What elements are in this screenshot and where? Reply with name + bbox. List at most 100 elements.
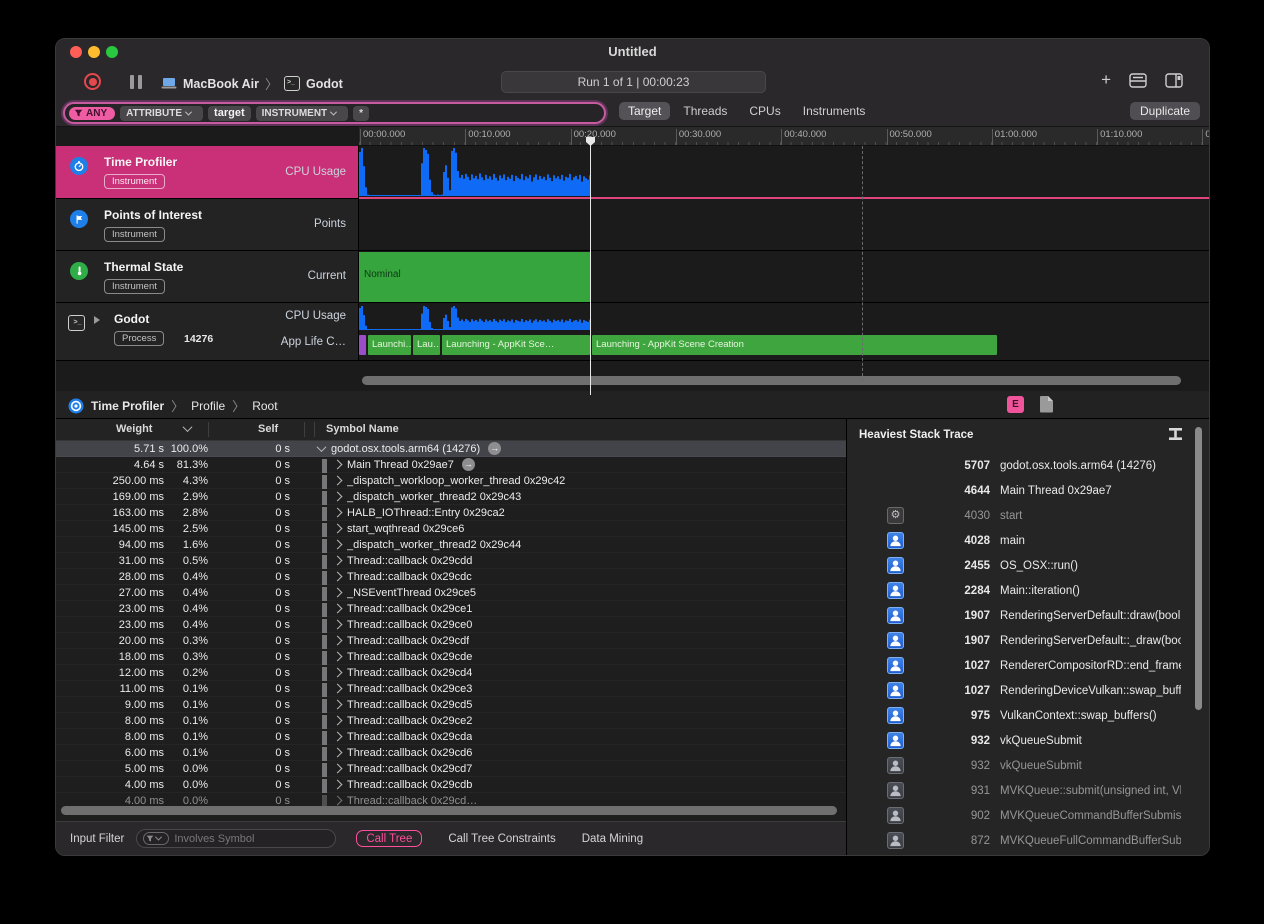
disclosure-triangle-icon[interactable] [94,316,100,324]
detail-breadcrumb[interactable]: Time Profiler〉Profile〉Root [68,396,278,415]
symbol-cell[interactable]: _dispatch_worker_thread2 0x29c44 [332,539,846,551]
track-lane[interactable]: Launchi…Lau…Launching - AppKit Sce…Launc… [359,303,1209,361]
symbol-cell[interactable]: Thread::callback 0x29ce3 [332,683,846,695]
stack-frame[interactable]: 902MVKQueueCommandBufferSubmissio… [847,803,1209,828]
extended-detail-badge[interactable]: E [1007,396,1024,413]
expand-chevron-icon[interactable] [333,764,343,774]
breadcrumb-item[interactable]: Root [252,399,277,413]
expand-chevron-icon[interactable] [333,716,343,726]
expand-chevron-icon[interactable] [333,620,343,630]
track-header[interactable]: >_GodotProcess14276CPU UsageApp Life C… [56,303,359,360]
track-header[interactable]: Time ProfilerInstrumentCPU Usage [56,146,359,198]
collapse-chevron-icon[interactable] [317,442,327,452]
document-icon[interactable] [1039,395,1054,413]
table-row[interactable]: 163.00 ms2.8%0 sHALB_IOThread::Entry 0x2… [56,505,846,521]
track-godot[interactable]: >_GodotProcess14276CPU UsageApp Life C…L… [56,303,1209,361]
stack-frame[interactable]: 931MVKQueue::submit(unsigned int, VkS… [847,778,1209,803]
symbol-cell[interactable]: Thread::callback 0x29cdc [332,571,846,583]
focus-arrow-icon[interactable]: → [488,442,501,455]
expand-chevron-icon[interactable] [333,604,343,614]
strategy-segment-target[interactable]: Target [619,102,670,120]
table-row[interactable]: 145.00 ms2.5%0 sstart_wqthread 0x29ce6 [56,521,846,537]
column-header-self[interactable]: Self [258,423,278,435]
add-instrument-icon[interactable]: + [1101,70,1111,90]
duplicate-button[interactable]: Duplicate [1130,102,1200,120]
bottom-pane-toggle-icon[interactable] [1129,73,1147,88]
bottom-tab-call-tree[interactable]: Call Tree [356,830,422,847]
breadcrumb-item[interactable]: Profile [191,399,225,413]
table-row[interactable]: 12.00 ms0.2%0 sThread::callback 0x29cd4 [56,665,846,681]
filter-scope-icon[interactable] [143,832,169,845]
expand-chevron-icon[interactable] [333,796,343,806]
track-thermal-state[interactable]: Thermal StateInstrumentCurrentNominal [56,251,1209,303]
track-filter-field[interactable]: ANY ATTRIBUTEtargetINSTRUMENT* [63,102,606,124]
symbol-cell[interactable]: Thread::callback 0x29cda [332,731,846,743]
right-pane-toggle-icon[interactable] [1165,73,1183,88]
expand-chevron-icon[interactable] [333,668,343,678]
expand-chevron-icon[interactable] [333,524,343,534]
table-row[interactable]: 5.71 s100.0%0 sgodot.osx.tools.arm64 (14… [56,441,846,457]
symbol-cell[interactable]: _dispatch_workloop_worker_thread 0x29c42 [332,475,846,487]
expand-chevron-icon[interactable] [333,732,343,742]
symbol-cell[interactable]: Thread::callback 0x29cde [332,651,846,663]
table-row[interactable]: 6.00 ms0.1%0 sThread::callback 0x29cd6 [56,745,846,761]
symbol-cell[interactable]: _dispatch_worker_thread2 0x29c43 [332,491,846,503]
bottom-tab-data-mining[interactable]: Data Mining [582,833,643,845]
symbol-cell[interactable]: Thread::callback 0x29cd… [332,795,846,807]
stack-frame[interactable]: 1027RenderingDeviceVulkan::swap_buffe… [847,678,1209,703]
lifecycle-segment[interactable]: Launchi… [368,335,411,355]
symbol-cell[interactable]: Thread::callback 0x29cd4 [332,667,846,679]
expand-chevron-icon[interactable] [333,588,343,598]
symbol-filter-input[interactable]: Involves Symbol [136,829,336,848]
table-row[interactable]: 23.00 ms0.4%0 sThread::callback 0x29ce1 [56,601,846,617]
table-row[interactable]: 8.00 ms0.1%0 sThread::callback 0x29cda [56,729,846,745]
symbol-cell[interactable]: Thread::callback 0x29cdb [332,779,846,791]
symbol-cell[interactable]: Main Thread 0x29ae7→ [332,458,846,471]
expand-chevron-icon[interactable] [333,652,343,662]
expand-chevron-icon[interactable] [333,700,343,710]
expand-chevron-icon[interactable] [333,572,343,582]
timeline-horizontal-scrollbar[interactable] [362,376,1181,385]
table-row[interactable]: 28.00 ms0.4%0 sThread::callback 0x29cdc [56,569,846,585]
table-row[interactable]: 250.00 ms4.3%0 s_dispatch_workloop_worke… [56,473,846,489]
table-row[interactable]: 5.00 ms0.0%0 sThread::callback 0x29cd7 [56,761,846,777]
record-button[interactable] [84,73,101,90]
stack-frame[interactable]: 2284Main::iteration() [847,578,1209,603]
expand-chevron-icon[interactable] [333,748,343,758]
expand-chevron-icon[interactable] [333,508,343,518]
playhead-line[interactable] [590,139,591,395]
symbol-cell[interactable]: Thread::callback 0x29ce0 [332,619,846,631]
table-row[interactable]: 23.00 ms0.4%0 sThread::callback 0x29ce0 [56,617,846,633]
table-row[interactable]: 20.00 ms0.3%0 sThread::callback 0x29cdf [56,633,846,649]
track-header[interactable]: Thermal StateInstrumentCurrent [56,251,359,302]
filter-token[interactable]: INSTRUMENT [256,106,349,121]
track-lane[interactable] [359,199,1209,251]
expand-chevron-icon[interactable] [333,476,343,486]
track-lane[interactable]: Nominal [359,251,1209,303]
expand-chevron-icon[interactable] [333,540,343,550]
table-row[interactable]: 11.00 ms0.1%0 sThread::callback 0x29ce3 [56,681,846,697]
stack-frame[interactable]: 1907RenderingServerDefault::draw(bool,… [847,603,1209,628]
strategy-segment-threads[interactable]: Threads [674,102,736,120]
stack-frame[interactable]: 932vkQueueSubmit [847,753,1209,778]
table-row[interactable]: 31.00 ms0.5%0 sThread::callback 0x29cdd [56,553,846,569]
time-ruler[interactable]: 00:00.00000:10.00000:20.00000:30.00000:4… [359,127,1209,146]
stack-frame[interactable]: 932vkQueueSubmit [847,728,1209,753]
table-row[interactable]: 4.00 ms0.0%0 sThread::callback 0x29cdb [56,777,846,793]
expand-chevron-icon[interactable] [333,460,343,470]
stack-frame[interactable]: 5707godot.osx.tools.arm64 (14276) [847,453,1209,478]
symbol-cell[interactable]: start_wqthread 0x29ce6 [332,523,846,535]
symbol-cell[interactable]: HALB_IOThread::Entry 0x29ca2 [332,507,846,519]
bottom-tab-call-tree-constraints[interactable]: Call Tree Constraints [448,833,555,845]
stack-vertical-scrollbar[interactable] [1195,427,1202,710]
filter-any-pill[interactable]: ANY [69,107,115,120]
table-row[interactable]: 94.00 ms1.6%0 s_dispatch_worker_thread2 … [56,537,846,553]
stack-frame[interactable]: ⚙4030start [847,503,1209,528]
stack-frame[interactable]: 4644Main Thread 0x29ae7 [847,478,1209,503]
breadcrumb-item[interactable]: Time Profiler [91,399,164,413]
device-breadcrumb[interactable]: MacBook Air 〉 >_ Godot [161,74,343,93]
filter-token[interactable]: target [208,106,251,121]
table-row[interactable]: 18.00 ms0.3%0 sThread::callback 0x29cde [56,649,846,665]
focus-arrow-icon[interactable]: → [462,458,475,471]
expand-chevron-icon[interactable] [333,684,343,694]
